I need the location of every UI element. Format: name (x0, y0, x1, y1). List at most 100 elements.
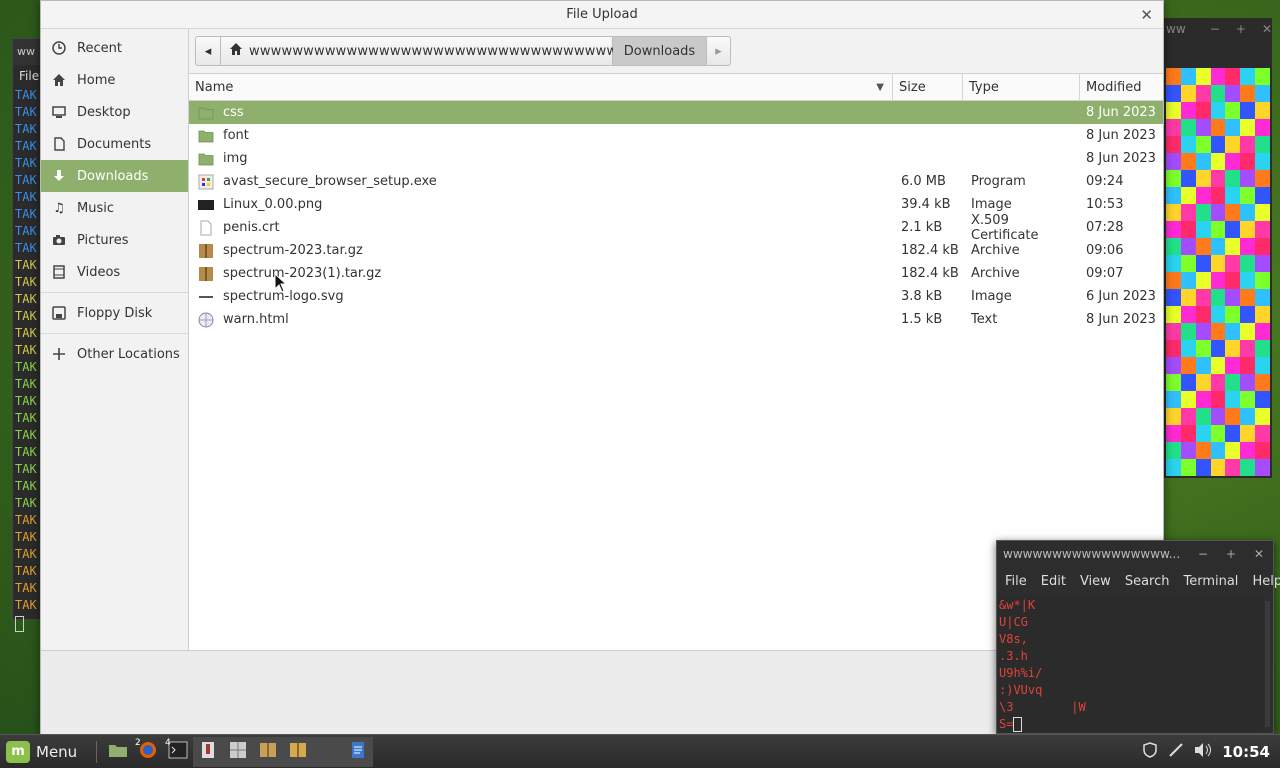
grid-cell (1240, 323, 1256, 340)
grid-cell (1240, 119, 1256, 136)
close-icon[interactable]: ✕ (1262, 22, 1272, 66)
firefox-launcher[interactable]: 2 (133, 737, 163, 767)
close-icon[interactable]: ✕ (1140, 1, 1153, 29)
file-row[interactable]: img 8 Jun 2023 (189, 147, 1163, 170)
grid-cell (1255, 170, 1270, 187)
sidebar-separator (41, 292, 188, 293)
file-modified: 10:53 (1086, 197, 1124, 212)
background-terminal-menu[interactable]: File (13, 65, 41, 87)
grid-cell (1255, 340, 1270, 357)
path-home-button[interactable]: wwwwwwwwwwwwwwwwwwwwwwwwwwwwwwwwwwww (221, 36, 639, 66)
grid-cell (1225, 425, 1241, 442)
start-menu-button[interactable]: m Menu (0, 740, 90, 763)
path-forward-button[interactable]: ▸ (707, 36, 731, 66)
grid-cell (1240, 153, 1256, 170)
menu-edit[interactable]: Edit (1041, 574, 1066, 589)
column-type[interactable]: Type (963, 74, 1080, 101)
shield-icon[interactable] (1142, 741, 1158, 762)
folder-icon (197, 151, 215, 167)
menu-search[interactable]: Search (1125, 574, 1170, 589)
grid-cell (1240, 102, 1256, 119)
volume-icon[interactable] (1194, 742, 1212, 762)
grid-cell (1210, 391, 1226, 408)
grid-cell (1180, 119, 1196, 136)
minimize-icon[interactable]: − (1189, 547, 1217, 561)
terminal-line: TAK (15, 343, 37, 357)
grid-cell (1225, 170, 1241, 187)
sidebar-item-floppy-disk[interactable]: Floppy Disk (41, 297, 188, 329)
file-size: 182.4 kB (901, 266, 959, 281)
grid-cell (1210, 442, 1226, 459)
sidebar-item-music[interactable]: ♫ Music (41, 192, 188, 224)
file-row[interactable]: spectrum-2023(1).tar.gz 182.4 kB Archive 09… (189, 262, 1163, 285)
taskbar-separator (96, 740, 97, 763)
sidebar-item-home[interactable]: Home (41, 64, 188, 96)
html-icon (197, 312, 215, 328)
document-icon (51, 136, 67, 152)
terminal-launcher[interactable]: 4 (163, 737, 193, 767)
minimize-icon[interactable]: − (1210, 22, 1220, 66)
menu-terminal[interactable]: Terminal (1183, 574, 1238, 589)
grid-cell (1240, 85, 1256, 102)
file-row[interactable]: css 8 Jun 2023 (189, 101, 1163, 124)
column-modified[interactable]: Modified (1080, 74, 1163, 101)
dialog-bottom-area (41, 650, 1163, 734)
file-size: 182.4 kB (901, 243, 959, 258)
file-row[interactable]: font 8 Jun 2023 (189, 124, 1163, 147)
taskbar-window-2[interactable] (223, 736, 253, 767)
terminal-line: TAK (15, 360, 37, 374)
sidebar-item-other-locations[interactable]: Other Locations (41, 338, 188, 370)
terminal-menubar: File Edit View Search Terminal Help (997, 567, 1280, 595)
file-row[interactable]: spectrum-2023.tar.gz 182.4 kB Archive 09:06 (189, 239, 1163, 262)
files-launcher[interactable] (103, 737, 133, 767)
terminal-window[interactable]: wwwwwwwwwwwwwwwww... − + ✕ File Edit Vie… (996, 540, 1280, 734)
network-icon[interactable] (1168, 742, 1184, 762)
terminal-line-prompt: S= (999, 716, 1263, 733)
terminal-line: TAK (15, 258, 37, 272)
background-window-right[interactable]: ww − + ✕ (1164, 18, 1272, 478)
sidebar-item-pictures[interactable]: Pictures (41, 224, 188, 256)
file-row[interactable]: warn.html 1.5 kB Text 8 Jun 2023 (189, 308, 1163, 331)
taskbar-window-4[interactable] (283, 736, 313, 767)
grid-cell (1166, 153, 1181, 170)
taskbar-window-3[interactable] (253, 736, 283, 767)
menu-file[interactable]: File (1005, 574, 1027, 589)
grid-cell (1210, 153, 1226, 170)
grid-cell (1166, 238, 1181, 255)
sidebar-item-recent[interactable]: Recent (41, 32, 188, 64)
close-icon[interactable]: ✕ (1245, 547, 1273, 561)
grid-cell (1255, 391, 1270, 408)
mint-logo-icon: m (6, 740, 30, 763)
sidebar-item-documents[interactable]: Documents (41, 128, 188, 160)
taskbar-window-1[interactable] (193, 736, 223, 767)
file-row[interactable]: penis.crt 2.1 kB X.509 Certificate 07:28 (189, 213, 1163, 243)
menu-help[interactable]: Help (1252, 574, 1280, 589)
grid-cell (1180, 255, 1196, 272)
file-row[interactable]: spectrum-logo.svg 3.8 kB Image 6 Jun 2023 (189, 285, 1163, 308)
grid-cell (1240, 255, 1256, 272)
path-back-button[interactable]: ◂ (195, 36, 221, 66)
terminal-scrollbar[interactable] (1265, 601, 1270, 727)
grid-cell (1180, 459, 1196, 476)
background-terminal-left[interactable]: ww File TAK TAK TAK TAK TAK TAK TAK TAK TAK TAK TA… (12, 38, 42, 632)
menu-view[interactable]: View (1080, 574, 1111, 589)
terminal-line: TAK (15, 190, 37, 204)
grid-cell (1195, 255, 1211, 272)
clock[interactable]: 10:54 (1222, 743, 1270, 761)
sidebar-item-desktop[interactable]: Desktop (41, 96, 188, 128)
column-size[interactable]: Size (893, 74, 963, 101)
terminal-icon (168, 741, 188, 763)
taskbar-window-5[interactable] (313, 736, 343, 767)
sidebar-item-downloads[interactable]: Downloads (41, 160, 188, 192)
terminal-output[interactable]: &w*|K U|CG V8s, .3.h U9h%i/ :)VUvq \3 |W… (997, 595, 1263, 733)
maximize-icon[interactable]: + (1217, 547, 1245, 561)
file-row[interactable]: avast_secure_browser_setup.exe 6.0 MB Prog… (189, 170, 1163, 193)
taskbar-window-6[interactable] (343, 736, 373, 767)
grid-cell (1195, 153, 1211, 170)
maximize-icon[interactable]: + (1236, 22, 1246, 66)
path-current-button[interactable]: Downloads (613, 36, 707, 66)
column-name[interactable]: Name ▼ (189, 74, 893, 101)
sidebar-item-videos[interactable]: Videos (41, 256, 188, 288)
firefox-icon (138, 740, 158, 764)
file-rows: css 8 Jun 2023 font 8 Jun 2023 img 8 Jun 2023… (189, 101, 1163, 331)
